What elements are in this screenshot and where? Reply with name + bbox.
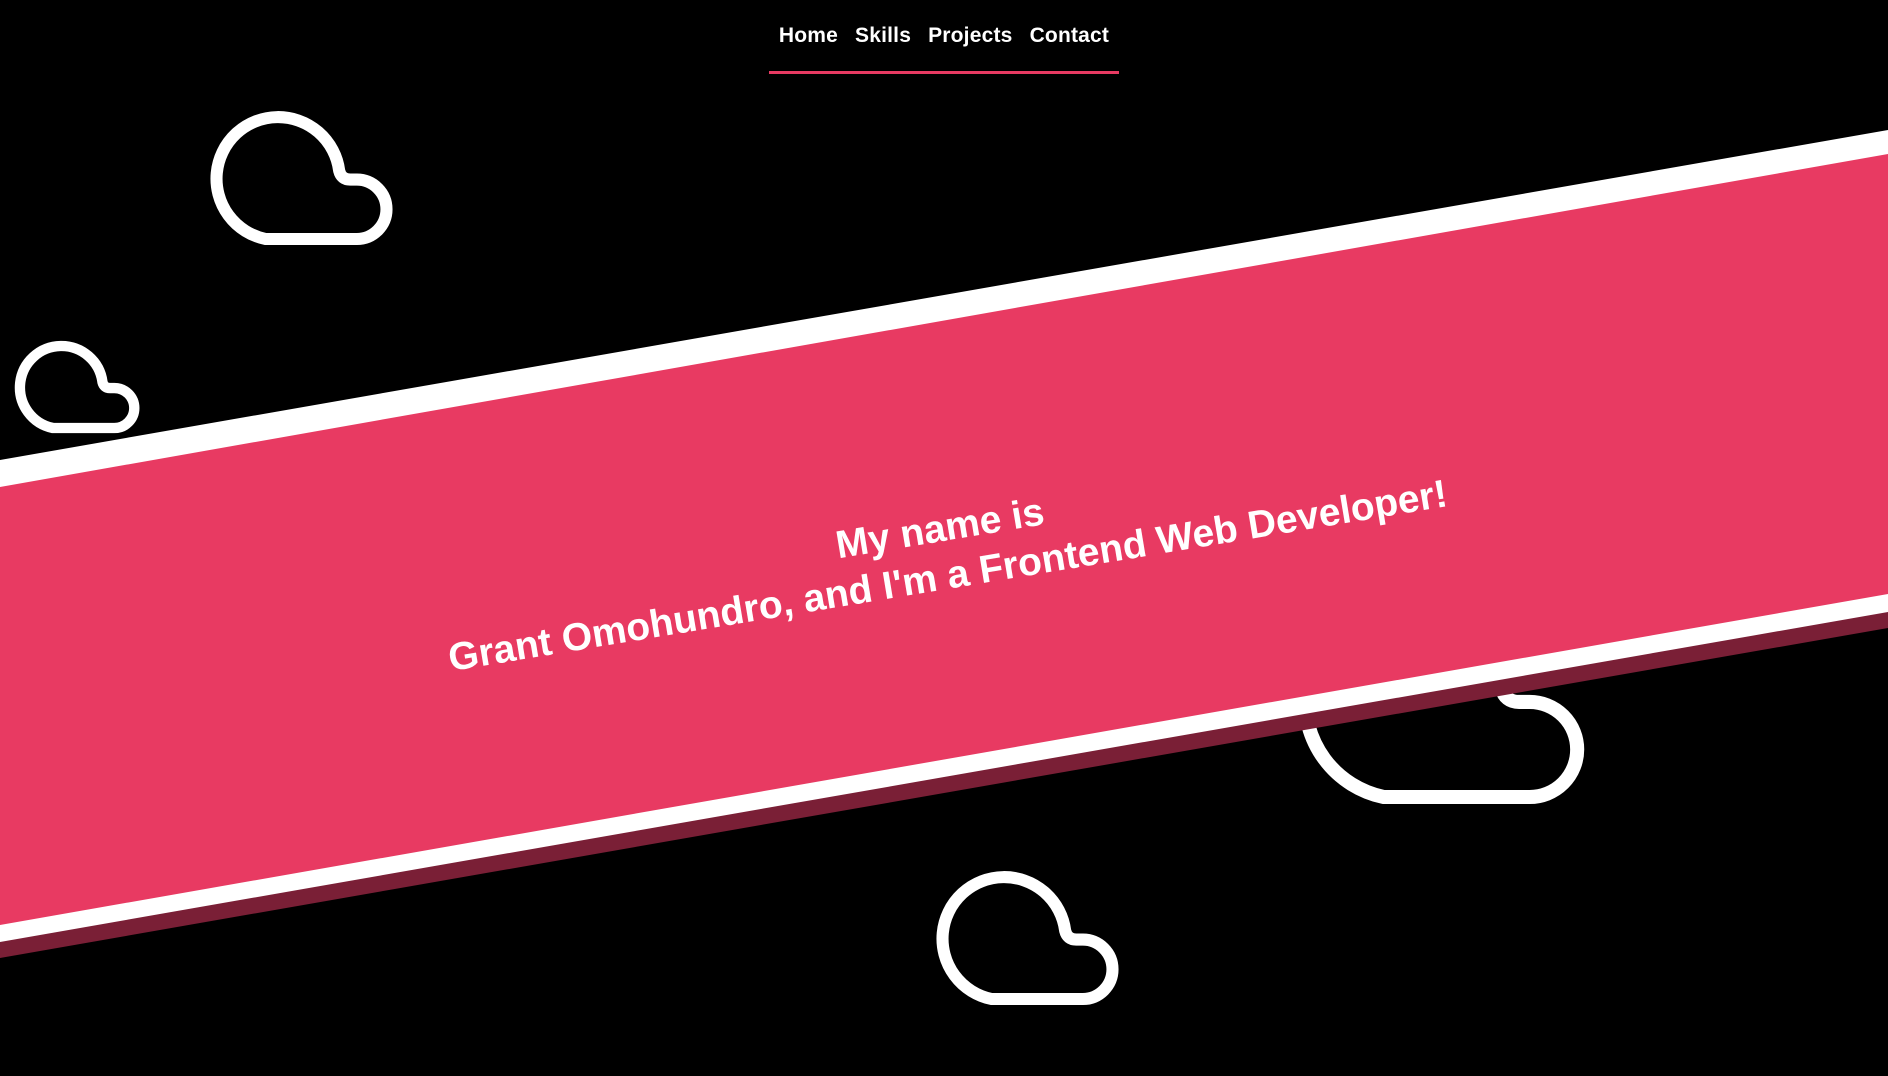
main-nav: Home Skills Projects Contact xyxy=(0,24,1888,74)
nav-list: Home Skills Projects Contact xyxy=(768,24,1120,74)
hero-page: Home Skills Projects Contact My name is … xyxy=(0,0,1888,1076)
cloud-icon xyxy=(20,346,134,428)
nav-contact-link[interactable]: Contact xyxy=(1030,24,1110,48)
nav-home-link[interactable]: Home xyxy=(779,24,838,48)
nav-underline xyxy=(768,71,1120,74)
nav-skills-link[interactable]: Skills xyxy=(855,24,911,48)
cloud-icon xyxy=(217,117,387,239)
cloud-icon xyxy=(943,877,1113,999)
nav-projects-link[interactable]: Projects xyxy=(928,24,1012,48)
